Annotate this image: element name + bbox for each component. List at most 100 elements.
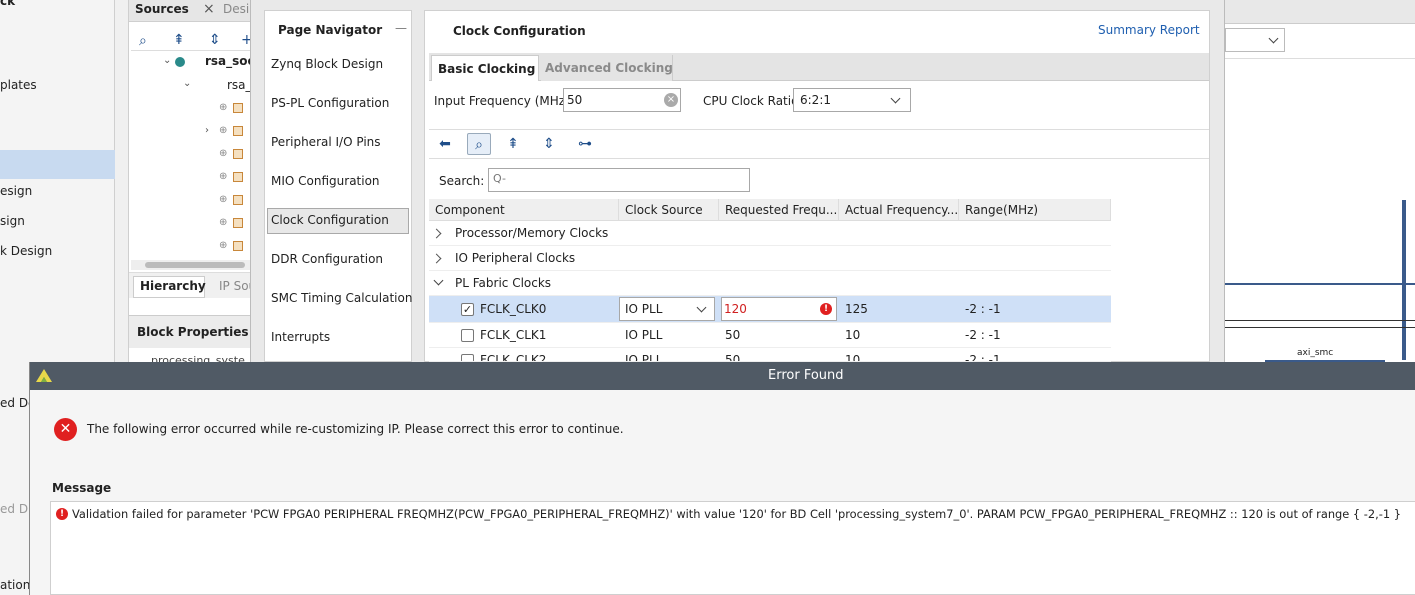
horizontal-scrollbar[interactable] xyxy=(131,260,264,270)
left-item[interactable]: ed D xyxy=(0,502,28,516)
summary-report-link[interactable]: Summary Report xyxy=(1098,23,1200,37)
nav-item-peripheral-io-pins[interactable]: Peripheral I/O Pins xyxy=(271,135,381,149)
tab-design[interactable]: Desi xyxy=(223,2,249,16)
canvas-select[interactable] xyxy=(1225,28,1285,52)
tab-sources[interactable]: Sources xyxy=(135,2,189,16)
tab-advanced-clocking[interactable]: Advanced Clocking xyxy=(541,55,673,81)
chevron-down-icon[interactable] xyxy=(1268,33,1279,44)
clock-source: IO PLL xyxy=(625,328,663,342)
scrollbar-thumb[interactable] xyxy=(145,262,245,268)
hierarchy-icon[interactable]: ⊶ xyxy=(573,133,597,155)
panel-title: Clock Configuration xyxy=(453,24,586,38)
tree-child-label[interactable]: rsa_ xyxy=(227,78,252,92)
column-header-actual-frequency[interactable]: Actual Frequency... xyxy=(839,199,959,221)
error-icon: ! xyxy=(56,508,68,520)
ip-icon xyxy=(233,195,243,205)
ip-icon xyxy=(233,241,243,251)
message-header: Message xyxy=(52,481,112,495)
wire xyxy=(1225,283,1415,285)
error-dialog: Error Found ✕ The following error occurr… xyxy=(29,362,1415,595)
collapse-all-icon[interactable]: ⇞ xyxy=(173,32,185,48)
port-icon: ⊕ xyxy=(219,125,228,136)
sources-tab-bar: Sources × Desi xyxy=(129,0,264,22)
ip-icon xyxy=(233,218,243,228)
table-row[interactable]: FCLK_CLK1 IO PLL 50 10 -2 : -1 xyxy=(429,323,1111,348)
expand-all-icon[interactable]: ⇕ xyxy=(209,32,221,48)
actual-frequency: 10 xyxy=(845,353,861,362)
fclk-clk1-checkbox[interactable] xyxy=(461,329,474,342)
expand-all-icon[interactable]: ⇕ xyxy=(537,133,561,155)
left-item[interactable]: ation xyxy=(0,578,30,592)
axi-smc-block-label[interactable]: axi_smc xyxy=(1297,348,1333,358)
left-item[interactable]: k Design xyxy=(0,244,52,258)
table-row[interactable]: ✓ FCLK_CLK0 IO PLL 120 ! 125 -2 : -1 xyxy=(429,296,1111,323)
tab-basic-clocking[interactable]: Basic Clocking xyxy=(431,55,539,81)
search-icon[interactable]: ⌕ xyxy=(139,33,147,49)
canvas-header xyxy=(1225,0,1415,24)
nav-item-ddr-configuration[interactable]: DDR Configuration xyxy=(271,252,383,266)
page-navigator-title: Page Navigator xyxy=(278,23,383,37)
clocking-tabs: Basic Clocking Advanced Clocking xyxy=(429,53,1209,81)
port-icon: ⊕ xyxy=(219,240,228,251)
nav-item-zynq-block-design[interactable]: Zynq Block Design xyxy=(271,57,383,71)
nav-item-mio-configuration[interactable]: MIO Configuration xyxy=(271,174,380,188)
chevron-down-icon[interactable] xyxy=(890,93,901,104)
nav-item-interrupts[interactable]: Interrupts xyxy=(271,330,330,344)
table-row[interactable]: FCLK_CLK2 IO PLL 50 10 -2 : -1 xyxy=(429,348,1111,362)
nav-item-smc-timing-calculation[interactable]: SMC Timing Calculation xyxy=(271,291,412,305)
component-name: FCLK_CLK2 xyxy=(480,353,547,362)
left-item[interactable]: sign xyxy=(0,214,25,228)
minimize-icon[interactable]: — xyxy=(395,21,407,35)
column-header-requested-frequency[interactable]: Requested Frequ... xyxy=(719,199,839,221)
table-row[interactable]: IO Peripheral Clocks xyxy=(429,246,1111,271)
table-row[interactable]: PL Fabric Clocks xyxy=(429,271,1111,296)
chevron-down-icon[interactable]: ⌄ xyxy=(183,78,191,89)
fclk-clk0-checkbox[interactable]: ✓ xyxy=(461,303,474,316)
input-frequency-field[interactable]: 50 × xyxy=(563,88,681,112)
close-icon[interactable]: × xyxy=(203,1,215,17)
sources-bottom-tabs: Hierarchy IP Sou xyxy=(129,272,264,298)
wire xyxy=(1402,200,1406,360)
message-box: ! Validation failed for parameter 'PCW F… xyxy=(50,501,1415,595)
back-icon[interactable]: ⬅ xyxy=(433,133,457,155)
clock-source-select[interactable]: IO PLL xyxy=(619,297,715,321)
range-value: -2 : -1 xyxy=(965,353,1001,362)
requested-frequency-input[interactable]: 120 ! xyxy=(721,297,837,321)
clear-icon[interactable]: × xyxy=(664,93,678,107)
ip-icon xyxy=(233,172,243,182)
search-input[interactable]: Q- xyxy=(488,168,750,192)
error-summary: The following error occurred while re-cu… xyxy=(87,422,624,436)
table-toolbar: ⬅ ⌕ ⇞ ⇕ ⊶ xyxy=(429,129,1209,159)
chevron-down-icon[interactable] xyxy=(696,302,707,313)
error-icon: ! xyxy=(820,303,832,315)
search-icon[interactable]: ⌕ xyxy=(467,133,491,155)
error-dialog-titlebar[interactable]: Error Found xyxy=(30,362,1415,390)
ip-icon xyxy=(233,126,243,136)
tab-hierarchy[interactable]: Hierarchy xyxy=(133,276,206,298)
group-label: Processor/Memory Clocks xyxy=(455,226,609,240)
range-value: -2 : -1 xyxy=(965,328,1001,342)
left-item[interactable]: ck xyxy=(0,0,15,8)
column-header-range[interactable]: Range(MHz) xyxy=(959,199,1111,221)
table-row[interactable]: Processor/Memory Clocks xyxy=(429,221,1111,246)
fclk-clk2-checkbox[interactable] xyxy=(461,354,474,361)
chevron-right-icon[interactable] xyxy=(431,228,442,239)
chevron-down-icon[interactable] xyxy=(433,275,444,286)
table-header: Component Clock Source Requested Frequ..… xyxy=(429,199,1111,221)
cpu-clock-ratio-select[interactable]: 6:2:1 xyxy=(793,88,911,112)
chevron-right-icon[interactable]: › xyxy=(205,125,209,136)
ip-icon xyxy=(233,103,243,113)
nav-item-ps-pl-configuration[interactable]: PS-PL Configuration xyxy=(271,96,389,110)
block-design-canvas: axi_smc xyxy=(1225,0,1415,362)
left-item[interactable]: esign xyxy=(0,184,32,198)
left-item[interactable]: plates xyxy=(0,78,37,92)
error-message[interactable]: Validation failed for parameter 'PCW FPG… xyxy=(72,507,1401,521)
chevron-down-icon[interactable]: ⌄ xyxy=(163,55,171,66)
chevron-right-icon[interactable] xyxy=(431,253,442,264)
collapse-all-icon[interactable]: ⇞ xyxy=(501,133,525,155)
nav-item-clock-configuration[interactable]: Clock Configuration xyxy=(271,213,389,227)
left-panel-selection xyxy=(0,150,115,179)
column-header-component[interactable]: Component xyxy=(429,199,619,221)
cpu-clock-ratio-label: CPU Clock Ratio xyxy=(703,94,799,108)
column-header-clock-source[interactable]: Clock Source xyxy=(619,199,719,221)
